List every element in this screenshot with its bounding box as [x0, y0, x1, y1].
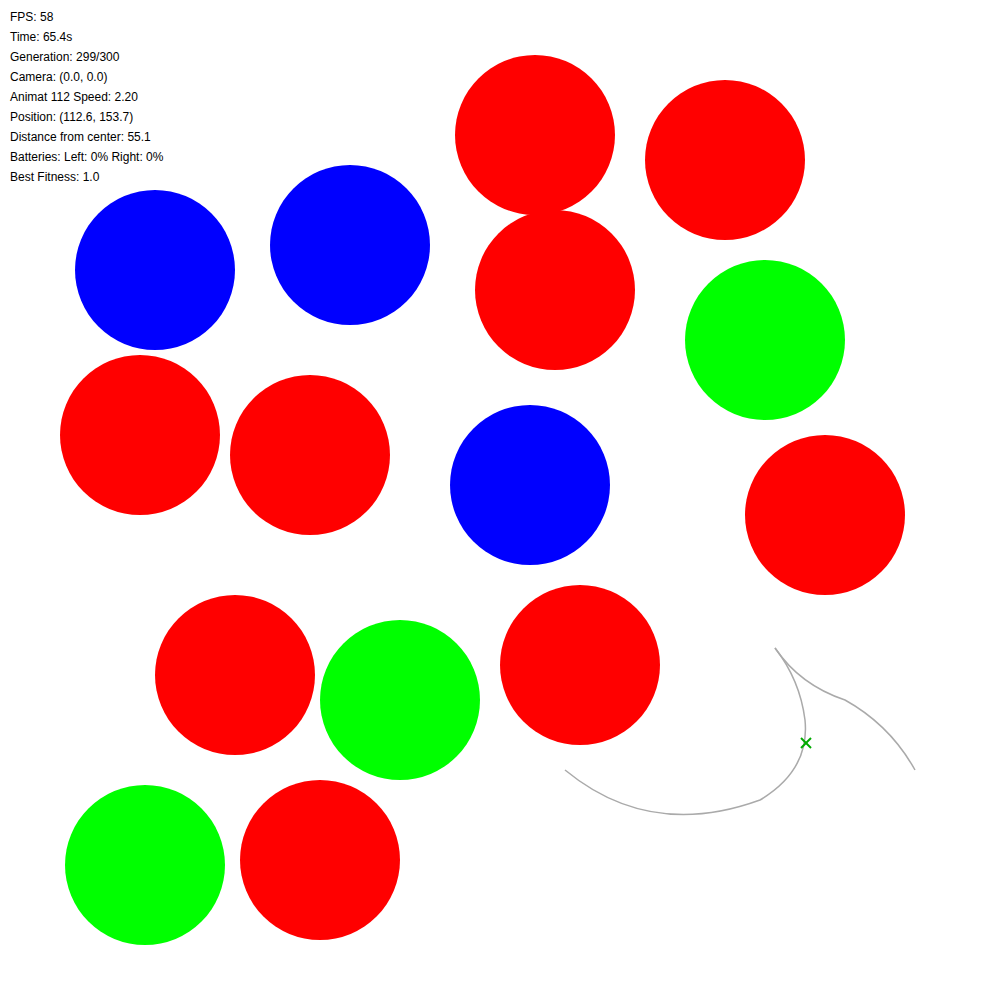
- hud-line: Position: (112.6, 153.7): [10, 107, 163, 127]
- object-circle: [75, 190, 235, 350]
- animat-marker-icon: [801, 738, 811, 748]
- hud-line: Best Fitness: 1.0: [10, 167, 163, 187]
- object-circle: [155, 595, 315, 755]
- object-circle: [500, 585, 660, 745]
- object-circle: [270, 165, 430, 325]
- hud-line: Camera: (0.0, 0.0): [10, 67, 163, 87]
- object-circle: [455, 55, 615, 215]
- object-circle: [60, 355, 220, 515]
- hud-panel: FPS: 58Time: 65.4sGeneration: 299/300Cam…: [10, 7, 163, 187]
- hud-line: Time: 65.4s: [10, 27, 163, 47]
- object-circle: [475, 210, 635, 370]
- simulation-canvas: FPS: 58Time: 65.4sGeneration: 299/300Cam…: [0, 0, 1000, 1000]
- hud-line: FPS: 58: [10, 7, 163, 27]
- object-circle: [320, 620, 480, 780]
- hud-line: Generation: 299/300: [10, 47, 163, 67]
- object-circle: [450, 405, 610, 565]
- hud-line: Batteries: Left: 0% Right: 0%: [10, 147, 163, 167]
- hud-line: Animat 112 Speed: 2.20: [10, 87, 163, 107]
- trail-path: [775, 648, 915, 770]
- object-circle: [745, 435, 905, 595]
- object-circle: [685, 260, 845, 420]
- object-circle: [645, 80, 805, 240]
- object-circle: [230, 375, 390, 535]
- trail-path: [565, 648, 805, 815]
- object-circle: [240, 780, 400, 940]
- hud-line: Distance from center: 55.1: [10, 127, 163, 147]
- object-circle: [65, 785, 225, 945]
